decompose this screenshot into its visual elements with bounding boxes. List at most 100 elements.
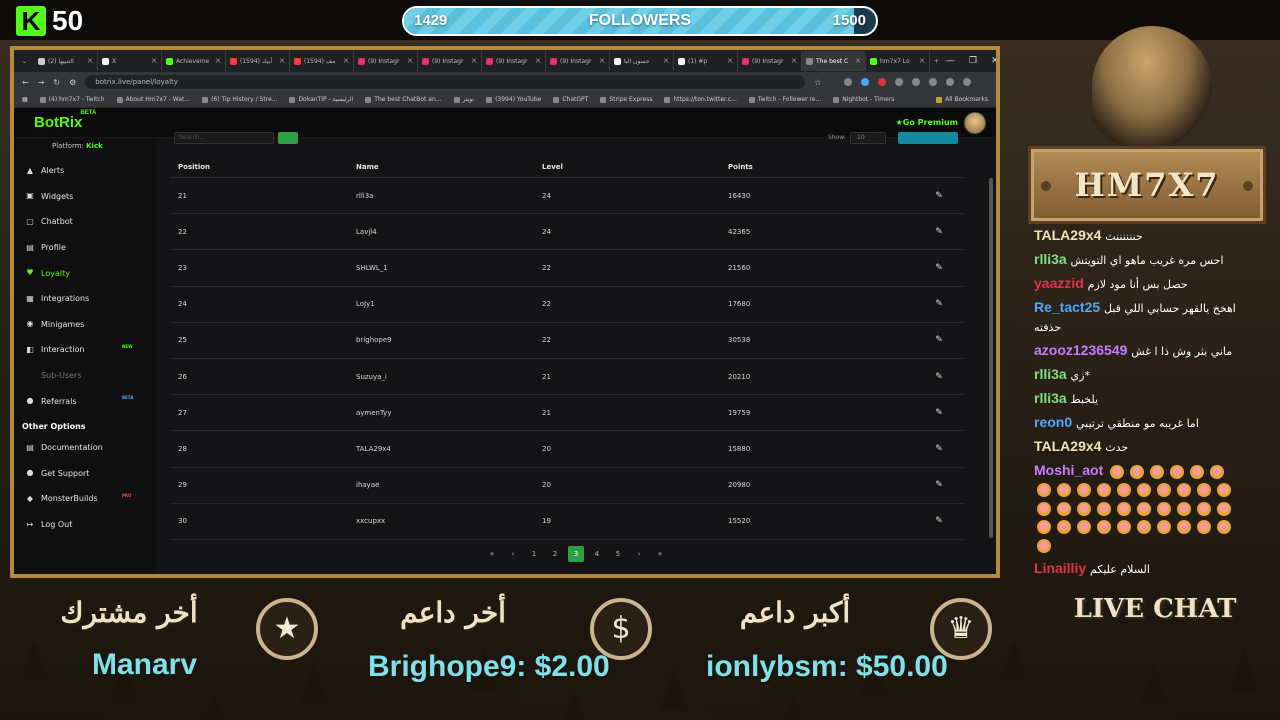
tab-close-icon[interactable]: ✕ <box>791 57 797 65</box>
page-button[interactable]: 3 <box>568 546 584 562</box>
browser-tab[interactable]: (1) #p ✕ <box>674 51 738 71</box>
edit-icon[interactable]: ✎ <box>914 408 964 418</box>
search-button[interactable] <box>278 132 298 144</box>
url-field[interactable]: botrix.live/panel/loyalty <box>85 75 806 89</box>
bookmark-star-icon[interactable]: ☆ <box>814 78 821 87</box>
tab-close-icon[interactable]: ✕ <box>87 57 93 65</box>
puzzle-icon[interactable] <box>912 78 921 86</box>
sidebar-item-referrals[interactable]: ● Referrals BETA <box>14 388 156 414</box>
close-window-icon[interactable]: ✕ <box>991 56 996 66</box>
page-button[interactable]: ‹ <box>505 546 521 562</box>
browser-tab[interactable]: (9) Instagr ✕ <box>546 51 610 71</box>
tab-close-icon[interactable]: ✕ <box>471 57 477 65</box>
tab-search-icon[interactable]: ⌄ <box>18 51 34 71</box>
sidebar-item-log-out[interactable]: ↦ Log Out <box>14 512 156 538</box>
bookmark-item[interactable]: (4) hm7x7 - Twitch <box>39 96 105 103</box>
kebab-menu-icon[interactable] <box>963 78 972 86</box>
bookmark-item[interactable]: ChatGPT <box>553 96 588 103</box>
extension-icon[interactable] <box>878 78 887 86</box>
browser-tab[interactable]: Achieveme ✕ <box>162 51 226 71</box>
bookmark-item[interactable]: About Hm7x7 - Wat... <box>116 96 190 103</box>
page-button[interactable]: 5 <box>610 546 626 562</box>
page-button[interactable]: › <box>631 546 647 562</box>
page-button[interactable]: 4 <box>589 546 605 562</box>
tab-close-icon[interactable]: ✕ <box>151 57 157 65</box>
browser-tab[interactable]: (9) Instagr ✕ <box>482 51 546 71</box>
edit-icon[interactable]: ✎ <box>914 227 964 237</box>
avatar[interactable] <box>964 111 986 134</box>
edit-icon[interactable]: ✎ <box>914 480 964 490</box>
browser-tab[interactable]: (1594) مف ✕ <box>290 51 354 71</box>
site-info-icon[interactable]: ⚙ <box>69 78 76 87</box>
edit-icon[interactable]: ✎ <box>914 263 964 273</box>
tab-close-icon[interactable]: ✕ <box>215 57 221 65</box>
maximize-icon[interactable]: ❐ <box>969 56 977 66</box>
tab-close-icon[interactable]: ✕ <box>407 57 413 65</box>
browser-tab[interactable]: hm7x7 Lo ✕ <box>866 51 930 71</box>
tab-close-icon[interactable]: ✕ <box>599 57 605 65</box>
page-size-select[interactable]: 10 <box>850 132 886 144</box>
sidebar-item-alerts[interactable]: ▲ Alerts <box>14 158 156 184</box>
sidebar-item-monsterbuilds[interactable]: ◆ MonsterBuilds PRO <box>14 486 156 512</box>
bookmark-item[interactable]: (6) Tip History / Stre... <box>202 96 277 103</box>
extension-icon[interactable] <box>844 78 853 86</box>
apps-icon[interactable]: ▦ <box>22 96 28 103</box>
page-button[interactable]: « <box>484 546 500 562</box>
bookmark-item[interactable]: Nightbot - Timers <box>833 96 894 103</box>
page-button[interactable]: 1 <box>526 546 542 562</box>
page-button[interactable]: » <box>652 546 668 562</box>
tab-close-icon[interactable]: ✕ <box>919 57 925 65</box>
tab-close-icon[interactable]: ✕ <box>279 57 285 65</box>
sidebar-item-profile[interactable]: ▤ Profile <box>14 235 156 261</box>
browser-tab[interactable]: (1594) أبيك ✕ <box>226 51 290 71</box>
tab-close-icon[interactable]: ✕ <box>535 57 541 65</box>
edit-icon[interactable]: ✎ <box>914 191 964 201</box>
go-premium-button[interactable]: ★Go Premium <box>896 111 986 134</box>
extension-icon[interactable] <box>861 78 870 86</box>
new-tab-button[interactable]: + <box>930 51 946 71</box>
edit-icon[interactable]: ✎ <box>914 372 964 382</box>
bookmark-item[interactable]: The best ChatBot an... <box>365 96 442 103</box>
browser-tab[interactable]: (2) التنبيها ✕ <box>34 51 98 71</box>
all-bookmarks-button[interactable]: All Bookmarks <box>936 96 988 103</box>
sidebar-item-documentation[interactable]: ▤ Documentation <box>14 435 156 461</box>
sidebar-item-interaction[interactable]: ◧ Interaction NEW <box>14 337 156 363</box>
forward-icon[interactable]: → <box>38 78 45 87</box>
sidebar-item-minigames[interactable]: ◉ Minigames <box>14 312 156 338</box>
bookmark-item[interactable]: DokanTIP - الرئيسية <box>289 96 353 103</box>
browser-tab[interactable]: حسون البا ✕ <box>610 51 674 71</box>
edit-icon[interactable]: ✎ <box>914 335 964 345</box>
back-icon[interactable]: ← <box>22 78 29 87</box>
minimize-icon[interactable]: — <box>946 56 955 66</box>
browser-tab[interactable]: (9) Instagr ✕ <box>738 51 802 71</box>
profile-icon[interactable] <box>946 78 955 86</box>
bookmark-item[interactable]: https://ton.twitter.c... <box>664 96 737 103</box>
menu-icon[interactable] <box>929 78 938 86</box>
extension-icon[interactable] <box>895 78 904 86</box>
page-button[interactable]: 2 <box>547 546 563 562</box>
bookmark-item[interactable]: Twitch - Follower re... <box>748 96 821 103</box>
bookmark-item[interactable]: Stripe Express <box>600 96 652 103</box>
tab-close-icon[interactable]: ✕ <box>855 57 861 65</box>
bookmark-item[interactable]: (3994) YouTube <box>486 96 541 103</box>
search-input[interactable]: Search... <box>174 132 274 144</box>
sidebar-item-loyalty[interactable]: ♥ Loyalty <box>14 260 156 286</box>
edit-icon[interactable]: ✎ <box>914 444 964 454</box>
browser-tab[interactable]: (9) Instagr ✕ <box>418 51 482 71</box>
sidebar-item-get-support[interactable]: ● Get Support <box>14 461 156 487</box>
tab-close-icon[interactable]: ✕ <box>727 57 733 65</box>
edit-icon[interactable]: ✎ <box>914 299 964 309</box>
scrollbar[interactable] <box>989 178 993 538</box>
reload-icon[interactable]: ↻ <box>53 78 60 87</box>
browser-tab[interactable]: X ✕ <box>98 51 162 71</box>
browser-tab[interactable]: (9) Instagr ✕ <box>354 51 418 71</box>
sidebar-item-chatbot[interactable]: ▢ Chatbot <box>14 209 156 235</box>
settings-button[interactable] <box>898 132 958 144</box>
bookmark-item[interactable]: تويتر <box>453 96 474 103</box>
sidebar-item-sub-users[interactable]: Sub-Users <box>14 363 156 389</box>
tab-close-icon[interactable]: ✕ <box>663 57 669 65</box>
browser-tab[interactable]: The best C ✕ <box>802 51 866 71</box>
edit-icon[interactable]: ✎ <box>914 516 964 526</box>
tab-close-icon[interactable]: ✕ <box>343 57 349 65</box>
sidebar-item-widgets[interactable]: ▣ Widgets <box>14 184 156 210</box>
